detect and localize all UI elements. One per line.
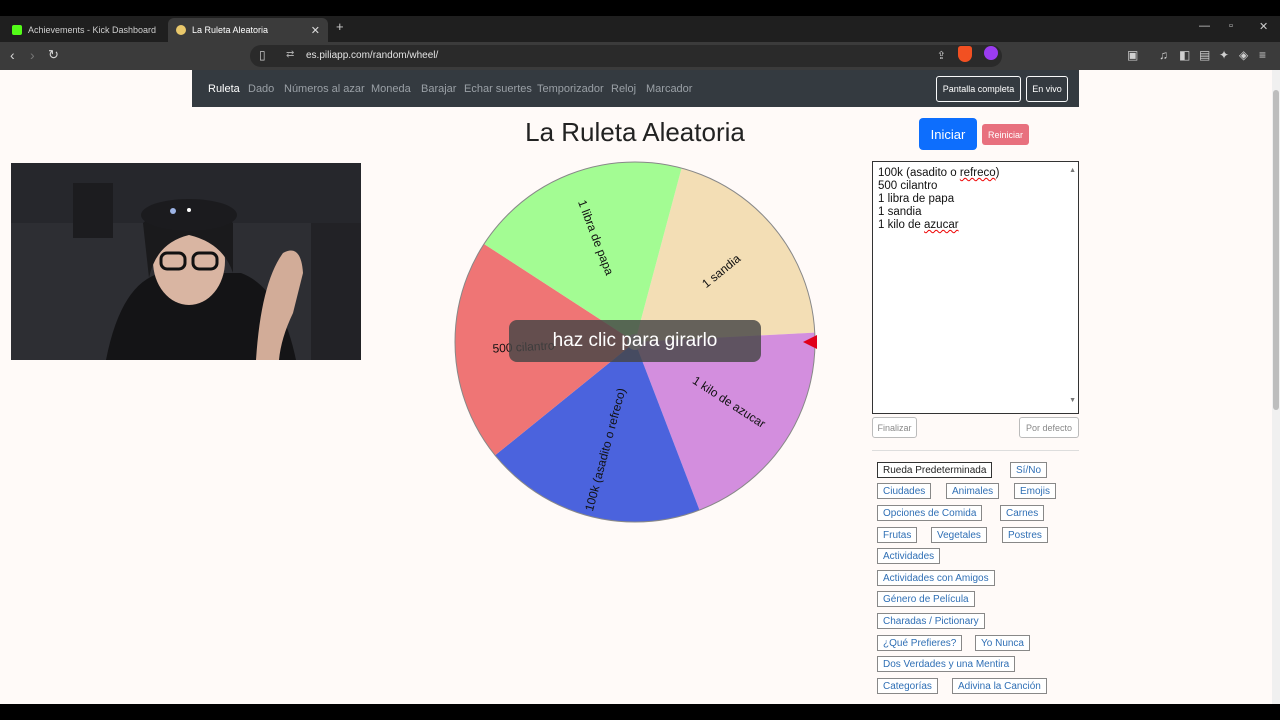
nav-link-moneda[interactable]: Moneda [371,83,411,95]
webcam-person-image [11,163,361,360]
finish-button[interactable]: Finalizar [872,417,917,438]
entry-line: 1 kilo de azucar [878,219,959,231]
tab-kick-dashboard[interactable]: Achievements - Kick Dashboard [4,18,164,42]
share-icon[interactable]: ⇪ [937,49,946,62]
back-button[interactable]: ‹ [10,47,15,63]
preset-charades[interactable]: Charadas / Pictionary [877,613,985,629]
preset-default-wheel[interactable]: Rueda Predeterminada [877,462,993,478]
rewards-icon[interactable] [984,46,998,60]
screen-top-bar [0,0,1280,16]
nav-link-ruleta[interactable]: Ruleta [208,83,240,95]
browser-toolbar: ‹ › ↻ ▯ ⇄ es.piliapp.com/random/wheel/ ⇪… [0,42,1280,70]
nav-link-dado[interactable]: Dado [248,83,274,95]
new-tab-button[interactable]: + [336,19,344,34]
scroll-down-icon[interactable]: ▼ [1069,394,1076,407]
address-bar[interactable]: ▯ ⇄ es.piliapp.com/random/wheel/ ⇪ [250,45,1002,67]
screen-bottom-bar [0,704,1280,720]
preset-would-you-rather[interactable]: ¿Qué Prefieres? [877,635,963,651]
preset-food-options[interactable]: Opciones de Comida [877,505,983,521]
divider [872,450,1079,451]
menu-icon[interactable]: ≡ [1259,48,1266,62]
page-scrollbar-thumb[interactable] [1273,90,1279,410]
preset-meats[interactable]: Carnes [1000,505,1045,521]
tab-close-icon[interactable]: ✕ [311,24,320,37]
panel-icon[interactable]: ◧ [1179,48,1190,62]
leo-icon[interactable]: ✦ [1219,48,1229,62]
entry-line: 500 cilantro [878,180,938,192]
tab-title: La Ruleta Aleatoria [192,25,269,35]
entry-line: 100k (asadito o refreco) [878,167,1000,179]
preset-cities[interactable]: Ciudades [877,483,932,499]
tab-strip: Achievements - Kick Dashboard La Ruleta … [0,16,1280,42]
wallet-icon[interactable]: ▤ [1199,48,1210,62]
preset-two-truths[interactable]: Dos Verdades y una Mentira [877,656,1016,672]
brave-shield-icon[interactable] [958,46,972,62]
nav-link-numeros[interactable]: Números al azar [284,83,365,95]
forward-button[interactable]: › [30,47,35,63]
preset-desserts[interactable]: Postres [1002,527,1048,543]
preset-activities[interactable]: Actividades [877,548,941,564]
preset-animals[interactable]: Animales [946,483,1000,499]
tab-ruleta[interactable]: La Ruleta Aleatoria ✕ [168,18,328,42]
site-nav: Ruleta Dado Números al azar Moneda Baraj… [192,70,1079,107]
preset-guess-song[interactable]: Adivina la Canción [952,678,1047,694]
spin-hint-overlay[interactable]: haz clic para girarlo [509,320,761,362]
preset-emojis[interactable]: Emojis [1014,483,1057,499]
kick-favicon-icon [12,25,22,35]
fullscreen-button[interactable]: Pantalla completa [936,76,1021,102]
nav-link-marcador[interactable]: Marcador [646,83,692,95]
nav-link-reloj[interactable]: Reloj [611,83,636,95]
default-button[interactable]: Por defecto [1019,417,1079,438]
webcam-feed [11,163,361,360]
page-title: La Ruleta Aleatoria [525,117,745,147]
start-button[interactable]: Iniciar [919,118,977,150]
preset-fruits[interactable]: Frutas [877,527,918,543]
preset-movie-genre[interactable]: Género de Película [877,591,975,607]
bookmark-icon[interactable]: ▯ [259,48,266,62]
window-close-button[interactable]: ✕ [1259,20,1268,33]
preset-vegetables[interactable]: Vegetales [931,527,987,543]
live-button[interactable]: En vivo [1026,76,1068,102]
music-icon[interactable]: ♫ [1159,48,1168,62]
vpn-icon[interactable]: ◈ [1239,48,1248,62]
scroll-up-icon[interactable]: ▲ [1069,164,1076,177]
piliapp-favicon-icon [176,25,186,35]
site-info-icon[interactable]: ⇄ [286,49,294,60]
nav-link-temporizador[interactable]: Temporizador [537,83,604,95]
entries-textarea[interactable]: 100k (asadito o refreco) 500 cilantro 1 … [872,161,1079,414]
nav-link-echar-suertes[interactable]: Echar suertes [464,83,532,95]
window-minimize-button[interactable]: — [1199,20,1210,32]
preset-categories[interactable]: Categorías [877,678,938,694]
window-maximize-button[interactable]: ▫ [1229,20,1233,32]
tab-title: Achievements - Kick Dashboard [28,25,157,35]
preset-yes-no[interactable]: Sí/No [1010,462,1048,478]
preset-activities-friends[interactable]: Actividades con Amigos [877,570,995,586]
entry-line: 1 sandia [878,206,922,218]
reset-button[interactable]: Reiniciar [982,124,1029,145]
url-text[interactable]: es.piliapp.com/random/wheel/ [306,50,438,61]
sidebar-icon[interactable]: ▣ [1127,48,1138,62]
preset-never-have-i[interactable]: Yo Nunca [975,635,1030,651]
nav-link-barajar[interactable]: Barajar [421,83,456,95]
entry-line: 1 libra de papa [878,193,955,205]
page: Ruleta Dado Números al azar Moneda Baraj… [0,70,1272,704]
reload-button[interactable]: ↻ [48,47,59,63]
